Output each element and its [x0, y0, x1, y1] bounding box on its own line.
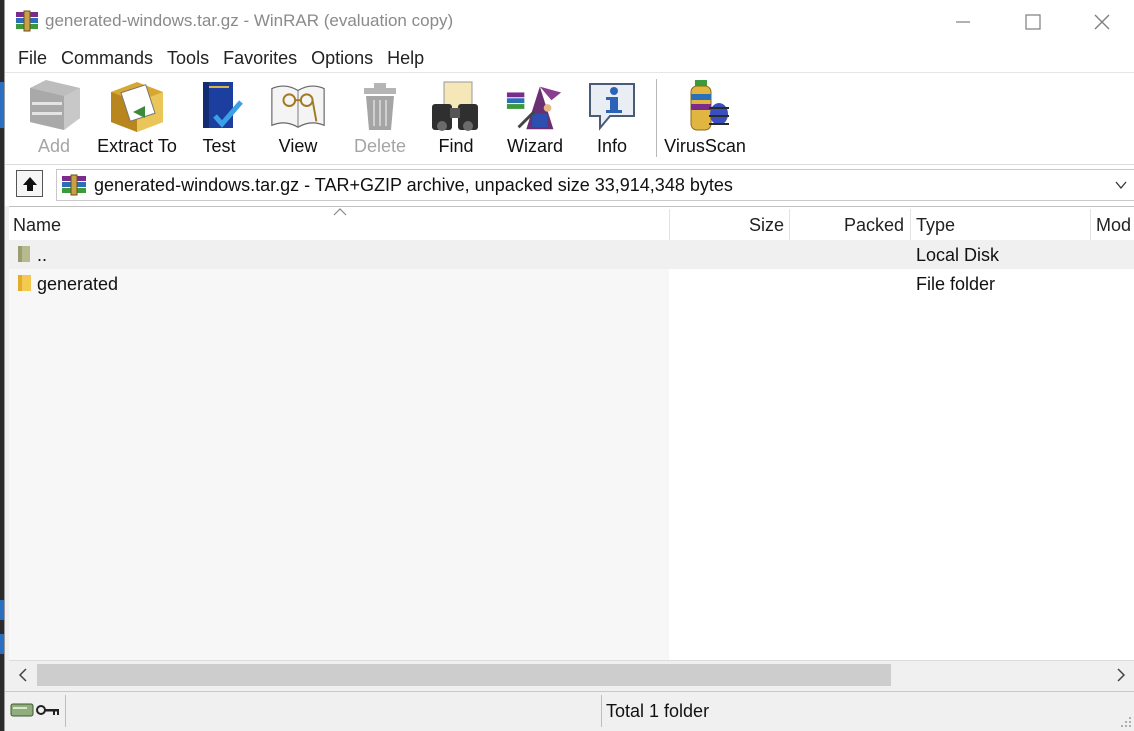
view-label: View — [278, 136, 318, 156]
view-button[interactable]: View — [263, 77, 333, 161]
sort-ascending-icon — [333, 208, 347, 216]
maximize-button[interactable] — [998, 0, 1068, 44]
info-button[interactable]: Info — [582, 77, 642, 161]
minimize-icon — [956, 21, 970, 23]
maximize-icon — [1025, 14, 1041, 30]
menu-help[interactable]: Help — [380, 44, 431, 72]
delete-button[interactable]: Delete — [345, 77, 415, 161]
menu-options[interactable]: Options — [304, 44, 380, 72]
close-button[interactable] — [1067, 0, 1134, 44]
parent-folder-icon — [18, 246, 30, 262]
menu-bar: File Commands Tools Favorites Options He… — [5, 44, 1134, 72]
status-text: Total 1 folder — [606, 701, 710, 721]
row-name: generated — [37, 274, 119, 294]
row-type: Local Disk — [916, 245, 1000, 265]
extract-to-label: Extract To — [97, 136, 177, 156]
toolbar: Add Extract To Test View Delete Find Wiz… — [5, 72, 1134, 164]
column-name[interactable]: Name — [13, 207, 61, 240]
column-divider[interactable] — [910, 209, 911, 240]
scroll-left-arrow-icon[interactable] — [15, 667, 31, 683]
winrar-app-icon[interactable] — [15, 10, 39, 32]
add-button[interactable]: Add — [19, 77, 89, 161]
wizard-button[interactable]: Wizard — [500, 77, 570, 161]
add-label: Add — [37, 136, 71, 156]
virusscan-button[interactable]: VirusScan — [664, 77, 746, 161]
test-button[interactable]: Test — [189, 77, 249, 161]
status-bar: Total 1 folder — [5, 691, 1134, 731]
virusscan-icon — [690, 80, 729, 131]
scrollbar-thumb[interactable] — [37, 664, 891, 686]
status-separator — [601, 695, 602, 727]
find-icon — [432, 81, 478, 131]
winrar-window: generated-windows.tar.gz - WinRAR (evalu… — [4, 0, 1134, 731]
column-packed[interactable]: Packed — [789, 207, 904, 240]
name-column-background — [9, 240, 669, 660]
address-bar: generated-windows.tar.gz - TAR+GZIP arch… — [5, 164, 1134, 206]
find-label: Find — [438, 136, 474, 156]
info-icon — [589, 83, 635, 131]
column-divider[interactable] — [1090, 209, 1091, 240]
arrow-up-icon — [22, 176, 37, 191]
horizontal-scrollbar[interactable] — [9, 660, 1134, 688]
column-header: Name Size Packed Type Mod — [9, 207, 1134, 240]
test-icon — [203, 82, 243, 128]
view-icon — [271, 85, 325, 128]
table-row[interactable]: .. Local Disk — [9, 240, 1134, 269]
folder-icon — [18, 275, 31, 291]
minimize-button[interactable] — [928, 0, 998, 44]
info-label: Info — [596, 136, 628, 156]
find-button[interactable]: Find — [421, 77, 491, 161]
toolbar-separator — [656, 79, 657, 157]
extract-to-button[interactable]: Extract To — [95, 77, 179, 161]
menu-commands[interactable]: Commands — [54, 44, 160, 72]
add-archive-icon — [30, 80, 80, 130]
resize-grip-icon[interactable] — [1120, 716, 1132, 728]
chevron-down-icon — [1115, 181, 1127, 190]
wizard-label: Wizard — [506, 136, 563, 156]
scroll-right-arrow-icon[interactable] — [1113, 667, 1129, 683]
extract-to-icon — [111, 82, 163, 132]
column-type[interactable]: Type — [916, 207, 955, 240]
column-modified[interactable]: Mod — [1096, 207, 1131, 240]
menu-file[interactable]: File — [11, 44, 54, 72]
delete-icon — [364, 83, 396, 130]
archive-icon — [62, 174, 86, 196]
delete-label: Delete — [353, 136, 407, 156]
row-type: File folder — [916, 274, 996, 294]
menu-tools[interactable]: Tools — [160, 44, 216, 72]
virusscan-label: VirusScan — [664, 136, 746, 156]
title-bar[interactable]: generated-windows.tar.gz - WinRAR (evalu… — [5, 0, 1134, 44]
status-separator — [65, 695, 66, 727]
column-size[interactable]: Size — [669, 207, 784, 240]
row-name: .. — [37, 245, 48, 265]
test-label: Test — [202, 136, 236, 156]
close-icon — [1094, 14, 1110, 30]
archive-path-dropdown[interactable]: generated-windows.tar.gz - TAR+GZIP arch… — [56, 169, 1134, 201]
table-row[interactable]: generated File folder — [9, 269, 1134, 298]
file-list[interactable]: Name Size Packed Type Mod .. Local Disk … — [9, 206, 1134, 660]
menu-favorites[interactable]: Favorites — [216, 44, 304, 72]
drive-and-key-icon[interactable] — [9, 698, 65, 722]
wizard-icon — [506, 86, 562, 130]
archive-path-text: generated-windows.tar.gz - TAR+GZIP arch… — [94, 174, 733, 195]
window-title: generated-windows.tar.gz - WinRAR (evalu… — [45, 11, 454, 30]
up-one-level-button[interactable] — [16, 170, 43, 197]
